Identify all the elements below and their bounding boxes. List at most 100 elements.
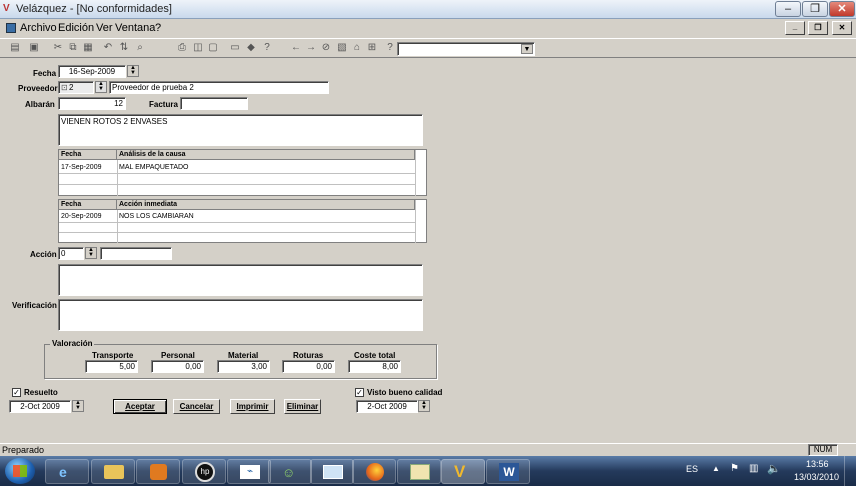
- accion-spinner[interactable]: ▲ ▼: [85, 247, 97, 259]
- resuelto-date-spinner[interactable]: ▲ ▼: [72, 400, 84, 412]
- network-icon[interactable]: ▥: [749, 463, 758, 474]
- volume-icon[interactable]: 🔈: [767, 462, 781, 475]
- accion-inmediata-grid[interactable]: Fecha Acción inmediata 20-Sep-2009 NOS L…: [58, 199, 427, 243]
- cut-icon[interactable]: ✂: [52, 42, 64, 54]
- visto-bueno-date-field[interactable]: 2-Oct 2009: [356, 400, 418, 413]
- menu-ayuda[interactable]: ?: [155, 22, 161, 34]
- mdi-close-button[interactable]: ✕: [832, 21, 852, 35]
- cancelar-button[interactable]: Cancelar: [173, 399, 220, 414]
- accion-code-field[interactable]: 0: [58, 247, 84, 260]
- coste-total-field[interactable]: 8,00: [348, 360, 401, 373]
- status-bar: Preparado NUM: [0, 443, 856, 456]
- users-taskbar-icon[interactable]: ☺: [268, 459, 312, 484]
- menu-ventana[interactable]: Ventana: [115, 22, 155, 34]
- open-icon[interactable]: ▤: [9, 42, 21, 54]
- show-desktop-button[interactable]: [844, 456, 856, 486]
- resuelto-label: Resuelto: [24, 388, 58, 397]
- ie-taskbar-icon[interactable]: e: [45, 459, 89, 484]
- save-icon[interactable]: ▣: [28, 42, 40, 54]
- valoracion-title: Valoración: [50, 339, 95, 348]
- chevron-down-icon[interactable]: ▼: [521, 44, 533, 54]
- eliminar-button[interactable]: Eliminar: [284, 399, 321, 414]
- num-indicator: NUM: [808, 444, 838, 456]
- albaran-field[interactable]: 12: [58, 97, 126, 110]
- chart-taskbar-icon[interactable]: ⌁: [227, 459, 271, 484]
- language-indicator[interactable]: ES: [686, 464, 698, 474]
- verificacion-textarea[interactable]: [58, 299, 423, 331]
- clock-time[interactable]: 13:56: [806, 459, 829, 469]
- menu-ver[interactable]: Ver: [96, 22, 113, 34]
- toolbar-combo[interactable]: ▼: [397, 42, 535, 56]
- lookup-icon[interactable]: ⊡: [61, 82, 69, 93]
- roturas-field[interactable]: 0,00: [282, 360, 335, 373]
- proveedor-code-field[interactable]: ⊡2: [58, 81, 94, 94]
- accion-textarea[interactable]: [58, 264, 423, 296]
- visto-bueno-checkbox[interactable]: ✓: [355, 388, 364, 397]
- paste-icon[interactable]: ▦: [82, 42, 94, 54]
- table-cell[interactable]: MAL EMPAQUETADO: [117, 163, 415, 172]
- proveedor-name-field[interactable]: Proveedor de prueba 2: [109, 81, 329, 94]
- table-cell[interactable]: 17-Sep-2009: [59, 163, 117, 172]
- description-textarea[interactable]: VIENEN ROTOS 2 ENVASES: [58, 114, 423, 146]
- remote-taskbar-icon[interactable]: [310, 459, 354, 484]
- question-icon[interactable]: ?: [384, 42, 396, 54]
- proveedor-spinner[interactable]: ▲ ▼: [95, 81, 107, 93]
- minimize-button[interactable]: –: [775, 1, 801, 17]
- transporte-field[interactable]: 5,00: [85, 360, 138, 373]
- forward-icon[interactable]: →: [305, 42, 317, 54]
- clock-date[interactable]: 13/03/2010: [794, 472, 839, 482]
- visto-bueno-date-spinner[interactable]: ▲ ▼: [418, 400, 430, 412]
- start-button[interactable]: [5, 458, 35, 484]
- fecha-spinner[interactable]: ▲ ▼: [127, 65, 139, 77]
- copy-icon[interactable]: ⧉: [67, 42, 79, 54]
- table-cell[interactable]: 20-Sep-2009: [59, 212, 117, 221]
- refresh-icon[interactable]: ▧: [336, 42, 348, 54]
- page-icon[interactable]: ▢: [207, 42, 219, 54]
- preview-icon[interactable]: ◫: [192, 42, 204, 54]
- firefox-taskbar-icon[interactable]: [352, 459, 396, 484]
- menu-archivo[interactable]: Archivo: [20, 22, 57, 34]
- coste-total-label: Coste total: [354, 351, 396, 360]
- factura-field[interactable]: [180, 97, 248, 110]
- aceptar-button[interactable]: Aceptar: [113, 399, 167, 414]
- accion-label: Acción: [30, 250, 57, 259]
- velazquez-taskbar-icon[interactable]: V: [441, 459, 485, 484]
- back-icon[interactable]: ←: [290, 42, 302, 54]
- close-button[interactable]: ✕: [829, 1, 855, 17]
- sort-icon[interactable]: ⇅: [118, 42, 130, 54]
- media-taskbar-icon[interactable]: [136, 459, 180, 484]
- hp-taskbar-icon[interactable]: hp: [182, 459, 226, 484]
- diamond-icon[interactable]: ◆: [245, 42, 257, 54]
- word-taskbar-icon[interactable]: W: [486, 459, 530, 484]
- imprimir-button[interactable]: Imprimir: [230, 399, 275, 414]
- material-field[interactable]: 3,00: [217, 360, 270, 373]
- restore-button[interactable]: ❐: [802, 1, 828, 17]
- causa-grid[interactable]: Fecha Análisis de la causa 17-Sep-2009 M…: [58, 149, 427, 196]
- accion-name-field[interactable]: [100, 247, 172, 260]
- tree-icon[interactable]: ⊞: [366, 42, 378, 54]
- flag-icon[interactable]: ⚑: [730, 463, 739, 474]
- mdi-restore-button[interactable]: ❐: [808, 21, 828, 35]
- print-icon[interactable]: ⎙: [176, 42, 188, 54]
- explorer-taskbar-icon[interactable]: [91, 459, 135, 484]
- menu-edicion[interactable]: Edición: [58, 22, 94, 34]
- stop-icon[interactable]: ⊘: [320, 42, 332, 54]
- albaran-label: Albarán: [25, 100, 55, 109]
- personal-field[interactable]: 0,00: [151, 360, 204, 373]
- undo-icon[interactable]: ↶: [102, 42, 114, 54]
- mdi-minimize-button[interactable]: _: [785, 21, 805, 35]
- table-cell[interactable]: NOS LOS CAMBIARAN: [117, 212, 415, 221]
- tray-arrow-icon[interactable]: ▲: [712, 464, 720, 473]
- causa-header-fecha: Fecha: [59, 150, 117, 160]
- factura-label: Factura: [149, 100, 178, 109]
- home-icon[interactable]: ⌂: [351, 42, 363, 54]
- help-icon[interactable]: ?: [261, 42, 273, 54]
- fecha-field[interactable]: 16-Sep-2009: [58, 65, 126, 78]
- personal-label: Personal: [161, 351, 195, 360]
- windows-logo-icon: [13, 465, 27, 477]
- resuelto-checkbox[interactable]: ✓: [12, 388, 21, 397]
- find-icon[interactable]: ⌕: [134, 42, 146, 54]
- resuelto-date-field[interactable]: 2-Oct 2009: [9, 400, 71, 413]
- app-taskbar-icon[interactable]: [397, 459, 441, 484]
- window-icon[interactable]: ▭: [229, 42, 241, 54]
